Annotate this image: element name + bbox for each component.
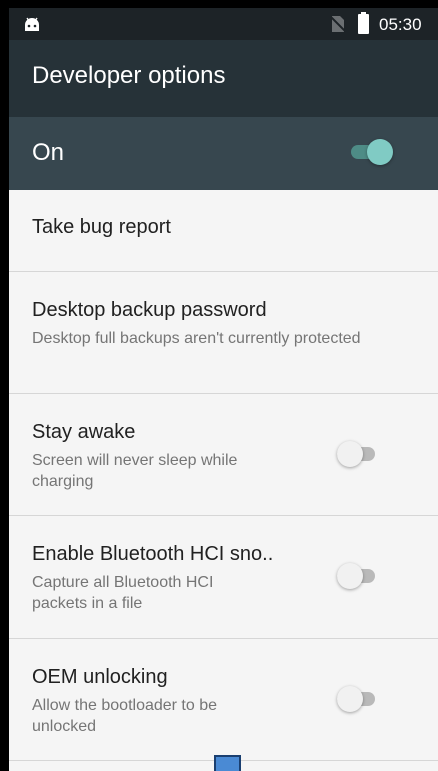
setting-summary: Screen will never sleep while charging <box>32 452 238 490</box>
no-sim-icon <box>331 16 345 32</box>
clock: 05:30 <box>379 15 422 34</box>
toggle-thumb <box>337 563 363 589</box>
page-title: Developer options <box>32 62 226 89</box>
setting-title: Take bug report <box>32 216 171 238</box>
toggle-thumb <box>367 139 393 165</box>
setting-title: Desktop backup password <box>32 299 267 321</box>
toggle-thumb <box>337 686 363 712</box>
android-icon <box>25 17 39 31</box>
scroll-indicator <box>214 755 241 771</box>
bluetooth-hci-snoop-toggle[interactable] <box>337 563 375 589</box>
setting-stay-awake[interactable]: Stay awake Screen will never sleep while… <box>9 394 438 516</box>
oem-unlocking-toggle[interactable] <box>337 686 375 712</box>
master-switch-label: On <box>32 139 65 166</box>
setting-title: OEM unlocking <box>32 666 168 688</box>
setting-summary: Allow the bootloader to be unlocked <box>32 697 218 735</box>
setting-desktop-backup-password[interactable]: Desktop backup password Desktop full bac… <box>9 272 438 394</box>
stay-awake-toggle[interactable] <box>337 441 375 467</box>
setting-title: Enable Bluetooth HCI sno.. <box>32 543 274 565</box>
setting-take-bug-report[interactable]: Take bug report <box>9 190 438 272</box>
battery-icon <box>358 12 369 34</box>
setting-summary: Capture all Bluetooth HCI packets in a f… <box>32 574 214 612</box>
setting-summary: Desktop full backups aren't currently pr… <box>32 330 361 347</box>
settings-screen: 05:30 Developer options On Take bug repo… <box>9 8 438 771</box>
status-bar: 05:30 <box>9 8 438 40</box>
setting-oem-unlocking[interactable]: OEM unlocking Allow the bootloader to be… <box>9 639 438 761</box>
setting-title: Stay awake <box>32 421 136 443</box>
app-bar: Developer options <box>9 40 438 117</box>
setting-bluetooth-hci-snoop[interactable]: Enable Bluetooth HCI sno.. Capture all B… <box>9 516 438 639</box>
toggle-thumb <box>337 441 363 467</box>
developer-options-toggle[interactable] <box>351 139 393 165</box>
